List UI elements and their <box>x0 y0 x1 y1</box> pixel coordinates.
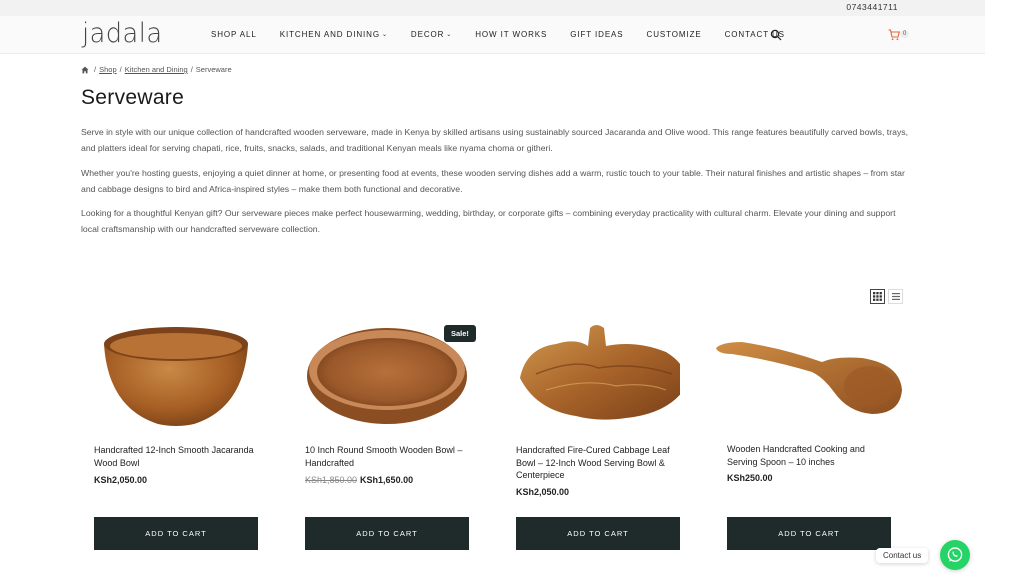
whatsapp-button[interactable] <box>940 540 970 570</box>
site-logo[interactable]: jadala <box>82 18 163 49</box>
add-to-cart-button[interactable]: ADD TO CART <box>94 517 258 550</box>
breadcrumb-kitchen-and-dining[interactable]: Kitchen and Dining <box>125 65 188 74</box>
add-to-cart-button[interactable]: ADD TO CART <box>516 517 680 550</box>
contact-us-label[interactable]: Contact us <box>876 548 929 563</box>
nav-gift-ideas[interactable]: GIFT IDEAS <box>570 30 623 39</box>
list-view-toggle[interactable] <box>888 289 903 304</box>
product-title[interactable]: Handcrafted Fire-Cured Cabbage Leaf Bowl… <box>516 444 680 482</box>
category-description: Looking for a thoughtful Kenyan gift? Ou… <box>81 208 896 234</box>
product-card[interactable] <box>94 318 258 441</box>
chevron-down-icon: ⌄ <box>446 32 453 38</box>
product-price: KSh1,850.00 KSh1,650.00 <box>305 475 413 485</box>
breadcrumb-separator: / <box>119 65 122 74</box>
current-price: KSh250.00 <box>727 473 773 483</box>
product-price: KSh2,050.00 <box>94 475 147 485</box>
category-description: Whether you're hosting guests, enjoying … <box>81 168 905 194</box>
nav-customize[interactable]: CUSTOMIZE <box>647 30 702 39</box>
cart-icon[interactable] <box>888 29 900 41</box>
nav-label: HOW IT WORKS <box>475 30 548 39</box>
product-title[interactable]: Wooden Handcrafted Cooking and Serving S… <box>727 443 891 468</box>
product-card[interactable] <box>712 318 906 441</box>
grid-view-toggle[interactable] <box>870 289 885 304</box>
product-title[interactable]: Handcrafted 12-Inch Smooth Jacaranda Woo… <box>94 444 258 469</box>
nav-shop-all[interactable]: SHOP ALL <box>211 30 257 39</box>
phone-number[interactable]: 0743441711 <box>846 2 898 12</box>
breadcrumb: / Shop / Kitchen and Dining / Serveware <box>81 65 232 74</box>
product-title[interactable]: 10 Inch Round Smooth Wooden Bowl – Handc… <box>305 444 469 469</box>
nav-decor[interactable]: DECOR ⌄ <box>411 30 452 39</box>
grid-icon <box>873 292 882 301</box>
chevron-down-icon: ⌄ <box>381 32 388 38</box>
nav-label: GIFT IDEAS <box>570 30 624 39</box>
nav-label: KITCHEN AND DINING <box>279 30 380 39</box>
current-price: KSh2,050.00 <box>516 487 570 497</box>
whatsapp-icon <box>947 547 963 562</box>
current-price: KSh1,650.00 <box>360 475 414 485</box>
breadcrumb-shop[interactable]: Shop <box>99 65 117 74</box>
nav-label: DECOR <box>410 30 445 39</box>
list-icon <box>891 293 900 300</box>
page-title: Serveware <box>81 86 185 109</box>
main-nav: SHOP ALL KITCHEN AND DINING ⌄ DECOR ⌄ HOW … <box>211 30 808 39</box>
breadcrumb-separator: / <box>190 65 193 74</box>
current-price: KSh2,050.00 <box>94 475 148 485</box>
nav-kitchen-and-dining[interactable]: KITCHEN AND DINING ⌄ <box>280 30 388 39</box>
add-to-cart-button[interactable]: ADD TO CART <box>305 517 469 550</box>
breadcrumb-separator: / <box>94 65 97 74</box>
site-header: jadala SHOP ALL KITCHEN AND DINING ⌄ DECO… <box>0 16 985 54</box>
top-bar: 0743441711 <box>0 0 985 16</box>
nav-how-it-works[interactable]: HOW IT WORKS <box>475 30 547 39</box>
product-image-wooden-spoon[interactable] <box>712 318 906 436</box>
nav-label: CUSTOMIZE <box>646 30 702 39</box>
search-icon[interactable] <box>770 29 782 41</box>
category-description: Serve in style with our unique collectio… <box>81 127 909 153</box>
product-image-jacaranda-bowl[interactable] <box>94 318 258 436</box>
nav-label: SHOP ALL <box>211 30 257 39</box>
product-price: KSh2,050.00 <box>516 487 569 497</box>
cart-count-badge: 0 <box>900 30 910 38</box>
add-to-cart-button[interactable]: ADD TO CART <box>727 517 891 550</box>
product-price: KSh250.00 <box>727 473 773 483</box>
product-image-cabbage-leaf-bowl[interactable] <box>516 318 686 436</box>
product-card[interactable] <box>516 318 686 441</box>
old-price: KSh1,850.00 <box>305 475 358 485</box>
home-icon[interactable] <box>81 66 89 74</box>
breadcrumb-current: Serveware <box>195 65 232 74</box>
sale-badge: Sale! <box>444 325 476 342</box>
